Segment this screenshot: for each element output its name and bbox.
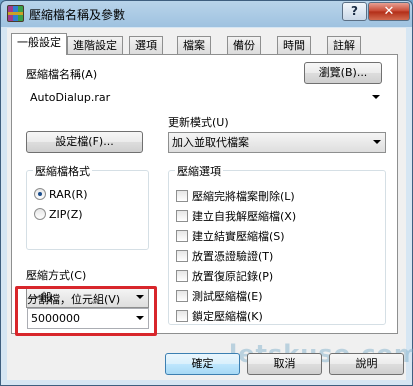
radio-zip-label: ZIP(Z) [49,208,83,221]
checkbox-icon[interactable] [176,290,188,302]
dialog-window: 壓縮檔名稱及參數 ? ✕ 一般設定 進階設定 選項 檔案 備份 時間 註解 壓縮… [0,0,413,386]
chevron-down-icon[interactable] [136,316,144,320]
chevron-down-icon[interactable] [372,95,380,99]
split-volume-combo[interactable]: 5000000 [27,308,149,329]
checkbox-label: 放置憑證驗證(T) [192,250,274,263]
checkbox-label: 壓縮完將檔案刪除(L) [192,190,295,203]
dialog-client: 一般設定 進階設定 選項 檔案 備份 時間 註解 壓縮檔名稱(A) 瀏覽(B).… [7,28,413,380]
archive-name-combo[interactable]: AutoDialup.rar [26,87,385,108]
tab-advanced[interactable]: 進階設定 [67,36,123,54]
close-button[interactable]: ✕ [368,2,410,21]
update-mode-select[interactable]: 加入並取代檔案 [168,132,386,153]
update-mode-value: 加入並取代檔案 [172,136,249,149]
checkbox-test-archive[interactable]: 測試壓縮檔(E) [176,288,263,304]
tab-general[interactable]: 一般設定 [11,33,67,55]
checkbox-icon[interactable] [176,310,188,322]
checkbox-label: 測試壓縮檔(E) [192,290,263,303]
checkbox-recovery-record[interactable]: 放置復原記錄(P) [176,268,273,284]
archive-format-title: 壓縮檔格式 [33,163,92,179]
split-volume-value[interactable]: 5000000 [31,312,80,325]
tab-backup[interactable]: 備份 [227,36,261,54]
checkbox-label: 建立自我解壓縮檔(X) [192,210,297,223]
checkbox-icon[interactable] [176,230,188,242]
tab-files[interactable]: 檔案 [177,36,211,54]
tab-comment[interactable]: 註解 [327,36,361,54]
archive-name-label: 壓縮檔名稱(A) [26,68,98,81]
cancel-button[interactable]: 取消 [247,353,322,375]
archive-options-title: 壓縮選項 [175,163,223,179]
compression-method-label: 壓縮方式(C) [26,269,87,282]
title-bar[interactable]: 壓縮檔名稱及參數 ? ✕ [1,1,412,27]
chevron-down-icon[interactable] [373,140,381,144]
checkbox-label: 放置復原記錄(P) [192,270,274,283]
tab-options[interactable]: 選項 [129,36,163,54]
checkbox-icon[interactable] [176,250,188,262]
checkbox-label: 建立結實壓縮檔(S) [192,230,285,243]
checkbox-authenticity[interactable]: 放置憑證驗證(T) [176,248,273,264]
archive-options-group: 壓縮選項 壓縮完將檔案刪除(L) 建立自我解壓縮檔(X) 建立結實壓縮檔(S) … [168,163,386,325]
checkbox-solid-archive[interactable]: 建立結實壓縮檔(S) [176,228,285,244]
window-title: 壓縮檔名稱及參數 [29,8,126,22]
radio-zip[interactable]: ZIP(Z) [34,208,83,221]
update-mode-label: 更新模式(U) [168,116,229,129]
browse-button[interactable]: 瀏覽(B)... [304,62,382,84]
tab-time[interactable]: 時間 [277,36,311,54]
archive-name-value: AutoDialup.rar [30,91,111,104]
checkbox-lock-archive[interactable]: 鎖定壓縮檔(K) [176,308,263,324]
split-volume-label: 分割檔，位元組(V) [27,293,121,306]
winrar-app-icon [7,5,24,22]
checkbox-icon[interactable] [176,270,188,282]
radio-checked-icon[interactable] [34,188,46,200]
profiles-button[interactable]: 設定檔(F)... [26,131,143,153]
help-button[interactable]: 說明 [329,353,404,375]
checkbox-icon[interactable] [176,210,188,222]
checkbox-icon[interactable] [176,190,188,202]
checkbox-create-sfx[interactable]: 建立自我解壓縮檔(X) [176,208,296,224]
radio-rar[interactable]: RAR(R) [34,188,88,201]
radio-rar-label: RAR(R) [49,188,88,201]
checkbox-delete-after[interactable]: 壓縮完將檔案刪除(L) [176,188,295,204]
checkbox-label: 鎖定壓縮檔(K) [192,310,263,323]
title-help-button[interactable]: ? [342,2,367,21]
radio-unchecked-icon[interactable] [34,208,46,220]
archive-format-group: 壓縮檔格式 RAR(R) ZIP(Z) [26,163,149,250]
